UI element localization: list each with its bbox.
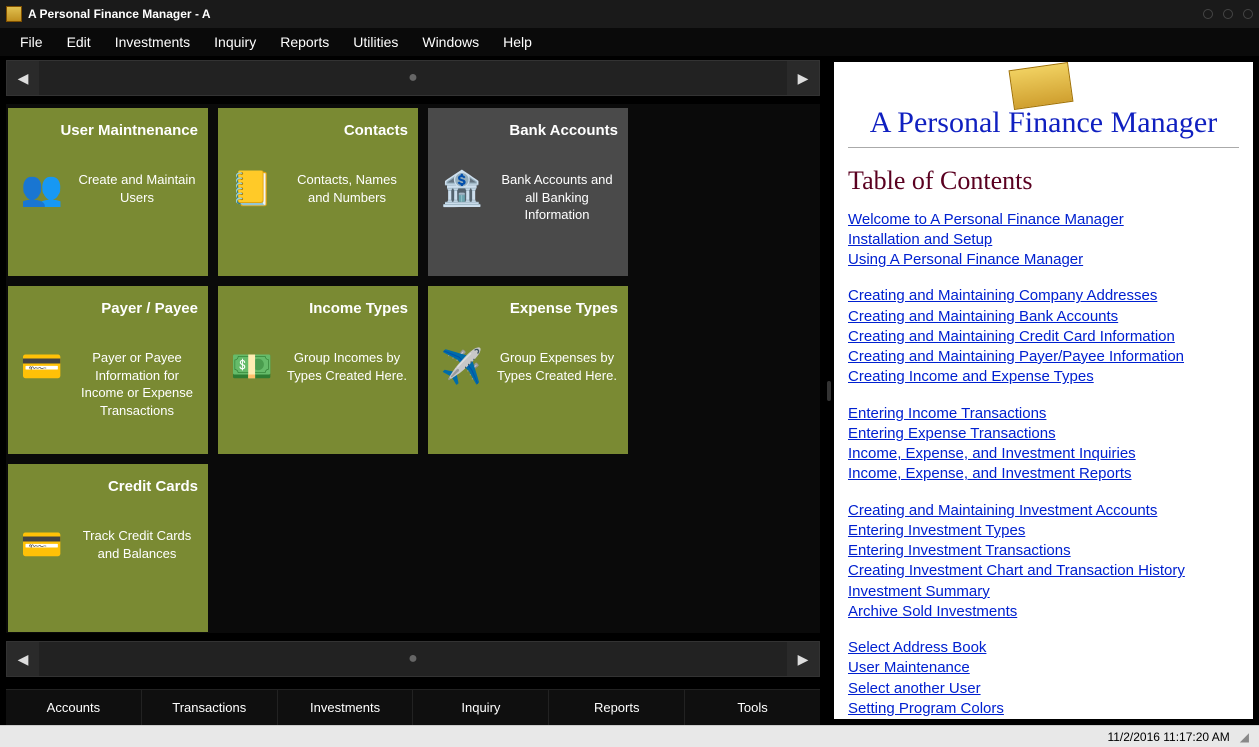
tile-title: Payer / Payee: [18, 300, 198, 317]
tile-description: Bank Accounts and all Banking Informatio…: [496, 165, 618, 224]
toc-link[interactable]: Income, Expense, and Investment Inquirie…: [848, 444, 1239, 464]
toc-link[interactable]: Installation and Setup: [848, 230, 1239, 250]
toc-group: Welcome to A Personal Finance ManagerIns…: [848, 210, 1239, 271]
menu-file[interactable]: File: [10, 32, 53, 52]
toc-link[interactable]: Entering Income Transactions: [848, 404, 1239, 424]
nav-prev-button-bottom[interactable]: ◀: [7, 642, 39, 676]
toc-link[interactable]: Entering Investment Transactions: [848, 541, 1239, 561]
toc-link[interactable]: Entering Expense Transactions: [848, 424, 1239, 444]
nav-track-bottom[interactable]: ●: [39, 650, 787, 668]
tile-icon: 🏦: [438, 165, 486, 213]
tab-accounts[interactable]: Accounts: [6, 690, 142, 725]
bottom-nav-strip: ◀ ● ▶: [6, 641, 820, 677]
tile-title: Expense Types: [438, 300, 618, 317]
nav-next-button[interactable]: ▶: [787, 61, 819, 95]
toc-link[interactable]: Select another User: [848, 679, 1239, 699]
nav-next-button-bottom[interactable]: ▶: [787, 642, 819, 676]
toc-link[interactable]: Creating Investment Chart and Transactio…: [848, 561, 1239, 581]
tile-description: Track Credit Cards and Balances: [76, 521, 198, 562]
toc-link[interactable]: Creating and Maintaining Payer/Payee Inf…: [848, 347, 1239, 367]
tile-description: Group Expenses by Types Created Here.: [496, 343, 618, 384]
help-header: A Personal Finance Manager: [848, 66, 1239, 148]
menu-edit[interactable]: Edit: [57, 32, 101, 52]
tile-user-maintenance[interactable]: User Maintnenance 👥Create and Maintain Us…: [8, 108, 208, 276]
toc-link[interactable]: Welcome to A Personal Finance Manager: [848, 210, 1239, 230]
tile-icon: 💳: [18, 521, 66, 569]
window-title: A Personal Finance Manager - A: [28, 7, 211, 21]
tab-transactions[interactable]: Transactions: [142, 690, 278, 725]
app-icon: [6, 6, 22, 22]
tile-expense-types[interactable]: Expense Types ✈️Group Expenses by Types C…: [428, 286, 628, 454]
close-button[interactable]: [1243, 9, 1253, 19]
menu-help[interactable]: Help: [493, 32, 542, 52]
toc-link[interactable]: Income, Expense, and Investment Reports: [848, 464, 1239, 484]
toc-link[interactable]: User Maintenance: [848, 658, 1239, 678]
menu-bar: FileEditInvestmentsInquiryReportsUtiliti…: [0, 28, 1259, 56]
title-bar: A Personal Finance Manager - A: [0, 0, 1259, 28]
menu-inquiry[interactable]: Inquiry: [204, 32, 266, 52]
tile-icon: ✈️: [438, 343, 486, 391]
tab-tools[interactable]: Tools: [685, 690, 820, 725]
toc-group: Entering Income TransactionsEntering Exp…: [848, 404, 1239, 485]
toc-group: Select Address BookUser MaintenanceSelec…: [848, 638, 1239, 719]
window-controls: [1203, 9, 1253, 19]
maximize-button[interactable]: [1223, 9, 1233, 19]
status-datetime: 11/2/2016 11:17:20 AM: [1107, 730, 1229, 744]
menu-windows[interactable]: Windows: [412, 32, 489, 52]
menu-investments[interactable]: Investments: [105, 32, 200, 52]
toc-group: Creating and Maintaining Company Address…: [848, 286, 1239, 387]
nav-prev-button[interactable]: ◀: [7, 61, 39, 95]
toc-link[interactable]: Entering Investment Types: [848, 521, 1239, 541]
tile-title: Bank Accounts: [438, 122, 618, 139]
toc-link[interactable]: Creating and Maintaining Investment Acco…: [848, 501, 1239, 521]
tab-inquiry[interactable]: Inquiry: [413, 690, 549, 725]
toc-link[interactable]: Using A Personal Finance Manager: [848, 250, 1239, 270]
tile-payer-payee[interactable]: Payer / Payee 💳Payer or Payee Information…: [8, 286, 208, 454]
tile-income-types[interactable]: Income Types 💵Group Incomes by Types Crea…: [218, 286, 418, 454]
help-scroll[interactable]: A Personal Finance Manager Table of Cont…: [834, 62, 1253, 719]
toc-link[interactable]: Creating and Maintaining Company Address…: [848, 286, 1239, 306]
tile-area: User Maintnenance 👥Create and Maintain Us…: [6, 104, 820, 633]
toc-link[interactable]: Select Address Book: [848, 638, 1239, 658]
tile-description: Group Incomes by Types Created Here.: [286, 343, 408, 384]
toc-link[interactable]: Archive Sold Investments: [848, 602, 1239, 622]
toc-heading: Table of Contents: [848, 166, 1239, 196]
tile-credit-cards[interactable]: Credit Cards 💳Track Credit Cards and Bala…: [8, 464, 208, 632]
resize-grip-icon[interactable]: ◢: [1240, 730, 1249, 744]
bottom-tab-bar: AccountsTransactionsInvestmentsInquiryRe…: [6, 689, 820, 725]
tile-contacts[interactable]: Contacts 📒Contacts, Names and Numbers: [218, 108, 418, 276]
tile-icon: 📒: [228, 165, 276, 213]
toc-link[interactable]: Creating and Maintaining Credit Card Inf…: [848, 327, 1239, 347]
main-pane: ◀ ● ▶ User Maintnenance 👥Create and Maint…: [0, 56, 826, 725]
minimize-button[interactable]: [1203, 9, 1213, 19]
top-nav-strip: ◀ ● ▶: [6, 60, 820, 96]
tile-description: Contacts, Names and Numbers: [286, 165, 408, 206]
tile-description: Create and Maintain Users: [76, 165, 198, 206]
money-icon: [1008, 62, 1073, 110]
help-pane: A Personal Finance Manager Table of Cont…: [832, 60, 1255, 721]
toc-group: Creating and Maintaining Investment Acco…: [848, 501, 1239, 623]
tile-icon: 💳: [18, 343, 66, 391]
tile-icon: 👥: [18, 165, 66, 213]
nav-track[interactable]: ●: [39, 69, 787, 87]
toc-link[interactable]: Creating Income and Expense Types: [848, 367, 1239, 387]
status-bar: 11/2/2016 11:17:20 AM ◢: [0, 725, 1259, 747]
toc-link[interactable]: Setting Program Colors: [848, 699, 1239, 719]
menu-utilities[interactable]: Utilities: [343, 32, 408, 52]
menu-reports[interactable]: Reports: [270, 32, 339, 52]
toc-link[interactable]: Investment Summary: [848, 582, 1239, 602]
help-app-title: A Personal Finance Manager: [870, 106, 1217, 141]
tile-title: User Maintnenance: [18, 122, 198, 139]
tile-title: Credit Cards: [18, 478, 198, 495]
tile-title: Income Types: [228, 300, 408, 317]
toc-link[interactable]: Creating and Maintaining Bank Accounts: [848, 307, 1239, 327]
tile-title: Contacts: [228, 122, 408, 139]
tile-bank-accounts[interactable]: Bank Accounts 🏦Bank Accounts and all Bank…: [428, 108, 628, 276]
tab-investments[interactable]: Investments: [278, 690, 414, 725]
tab-reports[interactable]: Reports: [549, 690, 685, 725]
tile-description: Payer or Payee Information for Income or…: [76, 343, 198, 419]
tile-icon: 💵: [228, 343, 276, 391]
